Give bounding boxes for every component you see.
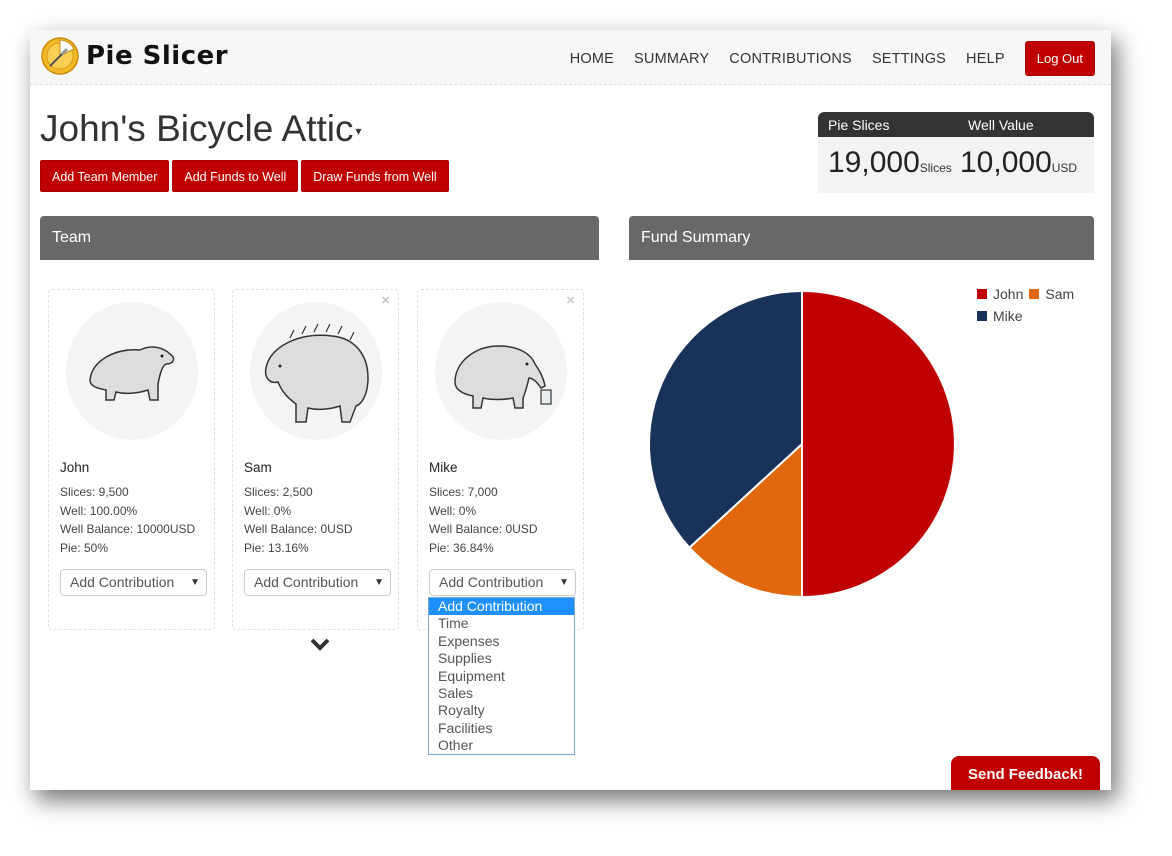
nav-settings[interactable]: SETTINGS: [872, 51, 946, 67]
member-well: Well: 0%: [244, 504, 292, 518]
stats-box: Pie Slices Well Value 19,000Slices 10,00…: [818, 112, 1094, 193]
pie-slice-john: [801, 289, 956, 599]
anteater-john-icon: [89, 346, 175, 401]
member-card-mike: × Mike Slices: 7,000 Well: 0% Well Balan…: [417, 289, 584, 630]
chevron-down-icon[interactable]: [310, 638, 330, 652]
member-card-sam: × Sam Slices: 2,500 Well: 0% Well Balanc…: [232, 289, 399, 630]
dropdown-arrow-icon: ▼: [374, 577, 384, 588]
select-value: Add Contribution: [439, 574, 544, 590]
project-title[interactable]: John's Bicycle Attic ▾: [40, 108, 362, 150]
remove-member-icon[interactable]: ×: [566, 292, 575, 309]
add-team-member-button[interactable]: Add Team Member: [40, 160, 170, 192]
well-value-label: Well Value: [968, 116, 1034, 133]
avatar: [435, 302, 567, 440]
action-buttons: Add Team Member Add Funds to Well Draw F…: [40, 160, 452, 192]
member-slices: Slices: 2,500: [244, 485, 313, 499]
option-royalty[interactable]: Royalty: [429, 702, 574, 719]
pie-slices-label: Pie Slices: [828, 116, 890, 133]
well-value-unit: USD: [1051, 161, 1078, 175]
select-value: Add Contribution: [254, 574, 359, 590]
logo[interactable]: Pie Slicer: [40, 36, 228, 76]
member-well: Well: 100.00%: [60, 504, 138, 518]
pie-slices-value: 19,000: [828, 146, 920, 179]
dropdown-arrow-icon: ▼: [190, 577, 200, 588]
add-contribution-select[interactable]: Add Contribution ▼: [429, 569, 576, 596]
caret-down-icon[interactable]: ▾: [355, 124, 361, 138]
fund-summary-panel-header: Fund Summary: [629, 216, 1094, 260]
app-window: Pie Slicer HOME SUMMARY CONTRIBUTIONS SE…: [30, 30, 1111, 790]
logo-text: Pie Slicer: [86, 41, 229, 71]
dropdown-arrow-icon: ▼: [559, 577, 569, 588]
send-feedback-button[interactable]: Send Feedback!: [951, 756, 1100, 790]
member-pie: Pie: 50%: [60, 541, 109, 555]
logout-button[interactable]: Log Out: [1024, 41, 1095, 76]
option-sales[interactable]: Sales: [429, 685, 574, 702]
main-nav: HOME SUMMARY CONTRIBUTIONS SETTINGS HELP…: [550, 41, 1095, 76]
option-time[interactable]: Time: [429, 615, 574, 632]
legend-label: John: [993, 286, 1024, 302]
nav-help[interactable]: HELP: [966, 51, 1005, 67]
nav-summary[interactable]: SUMMARY: [634, 51, 709, 67]
legend-label: Sam: [1045, 286, 1075, 302]
legend-swatch: [977, 289, 987, 299]
option-expenses[interactable]: Expenses: [429, 633, 574, 650]
select-value: Add Contribution: [70, 574, 175, 590]
option-facilities[interactable]: Facilities: [429, 720, 574, 737]
member-well-balance: Well Balance: 10000USD: [60, 522, 196, 536]
legend-item: Mike: [977, 305, 1023, 327]
avatar: [66, 302, 198, 440]
option-other[interactable]: Other: [429, 737, 574, 754]
legend-swatch: [1029, 289, 1040, 299]
pie-logo-icon: [41, 37, 79, 75]
member-card-john: John Slices: 9,500 Well: 100.00% Well Ba…: [48, 289, 215, 630]
member-pie: Pie: 13.16%: [244, 541, 309, 555]
legend-label: Mike: [993, 308, 1023, 324]
stats-values: 19,000Slices 10,000USD: [818, 137, 1094, 180]
nav-home[interactable]: HOME: [570, 51, 614, 67]
draw-funds-button[interactable]: Draw Funds from Well: [301, 160, 449, 192]
legend-item: John: [977, 283, 1023, 305]
anteater-sam-icon: [264, 323, 369, 423]
remove-member-icon[interactable]: ×: [381, 292, 390, 309]
option-equipment[interactable]: Equipment: [429, 668, 574, 685]
member-name: John: [60, 460, 90, 475]
member-name: Mike: [429, 460, 458, 475]
legend-swatch: [977, 311, 987, 321]
member-well-balance: Well Balance: 0USD: [429, 522, 538, 536]
team-panel-header: Team: [40, 216, 599, 260]
option-supplies[interactable]: Supplies: [429, 650, 574, 667]
fund-pie-chart: [648, 289, 956, 599]
stats-header: Pie Slices Well Value: [818, 112, 1094, 137]
member-slices: Slices: 9,500: [60, 485, 129, 499]
member-well-balance: Well Balance: 0USD: [244, 522, 353, 536]
add-funds-button[interactable]: Add Funds to Well: [172, 160, 299, 192]
anteater-mike-icon: [454, 345, 552, 409]
navbar: Pie Slicer HOME SUMMARY CONTRIBUTIONS SE…: [30, 30, 1111, 85]
project-title-text: John's Bicycle Attic: [40, 108, 354, 149]
add-contribution-select[interactable]: Add Contribution ▼: [60, 569, 207, 596]
member-slices: Slices: 7,000: [429, 485, 498, 499]
avatar: [250, 302, 382, 440]
member-pie: Pie: 36.84%: [429, 541, 494, 555]
contribution-dropdown-list: Add Contribution Time Expenses Supplies …: [428, 597, 575, 755]
add-contribution-select[interactable]: Add Contribution ▼: [244, 569, 391, 596]
member-well: Well: 0%: [429, 504, 477, 518]
well-value-value: 10,000: [960, 146, 1052, 179]
option-add-contribution[interactable]: Add Contribution: [429, 598, 574, 616]
legend-item: Sam: [1029, 283, 1074, 305]
chart-legend: John Sam Mike: [977, 283, 1080, 327]
pie-slices-unit: Slices: [919, 161, 952, 175]
member-name: Sam: [244, 460, 272, 475]
nav-contributions[interactable]: CONTRIBUTIONS: [729, 51, 852, 67]
